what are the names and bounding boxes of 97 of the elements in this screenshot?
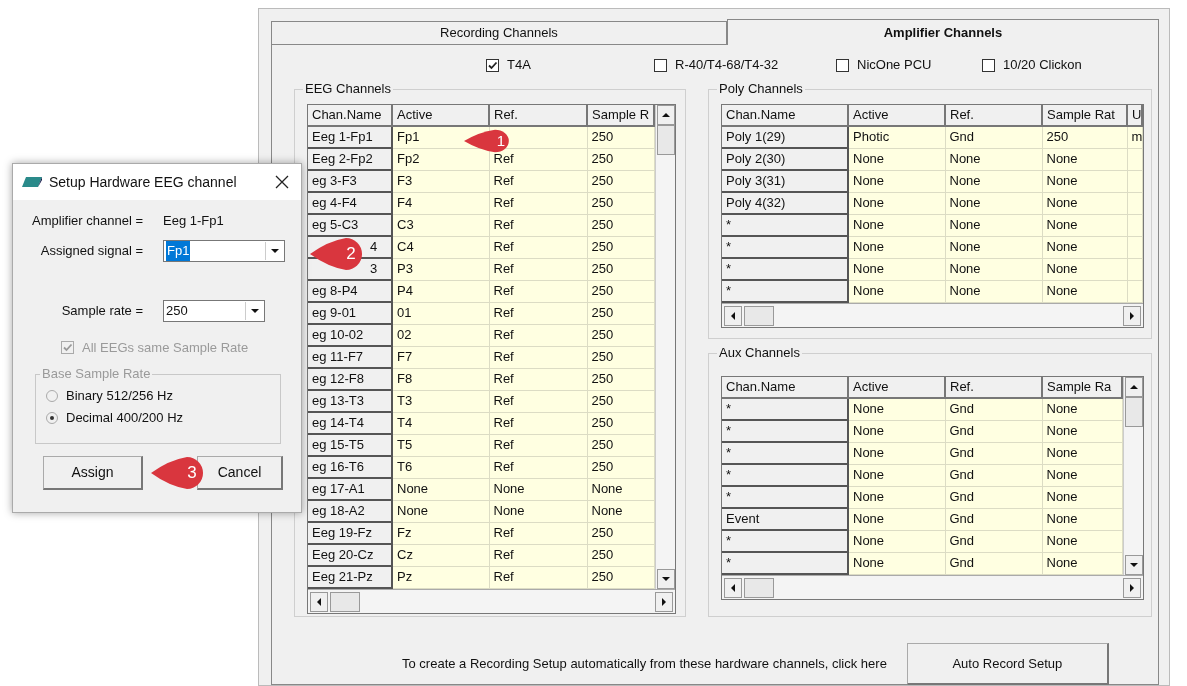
column-header[interactable]: Chan.Name	[722, 377, 848, 398]
row-header[interactable]: Eeg 19-Fz	[308, 522, 392, 544]
row-header[interactable]: *	[722, 530, 848, 552]
checkbox[interactable]	[654, 58, 667, 72]
row-header[interactable]: *	[722, 552, 848, 574]
row-header[interactable]: eg 12-F8	[308, 368, 392, 390]
column-header[interactable]: Ref.	[489, 105, 587, 126]
instruction-text: To create a Recording Setup automatically from these hardware channels, click here	[402, 655, 887, 674]
column-header[interactable]: Sample Ra	[1042, 377, 1122, 398]
vertical-scrollbar[interactable]	[1123, 377, 1143, 575]
column-header[interactable]: Chan.Name	[722, 105, 848, 126]
checkbox-label[interactable]: T4A	[507, 55, 531, 75]
row-header[interactable]: *	[722, 486, 848, 508]
row-header[interactable]: Poly 4(32)	[722, 192, 848, 214]
close-icon	[275, 175, 289, 189]
row-header[interactable]: *	[722, 236, 848, 258]
row-header[interactable]: Event	[722, 508, 848, 530]
row-header[interactable]: Eeg 2-Fp2	[308, 148, 392, 170]
tab[interactable]: Amplifier Channels	[726, 19, 1159, 45]
selected-text: Fp1	[166, 241, 191, 261]
row-header[interactable]: Eeg 20-Cz	[308, 544, 392, 566]
scroll-left-icon	[729, 310, 737, 321]
dropdown[interactable]: Fp1	[163, 240, 285, 262]
cancel-button[interactable]: Cancel	[197, 455, 283, 490]
scroll-left-icon	[729, 582, 737, 593]
scroll-right-icon	[660, 596, 668, 607]
row-header[interactable]: eg 11-F7	[308, 346, 392, 368]
row-header[interactable]: Poly 1(29)	[722, 126, 848, 148]
checkbox[interactable]	[982, 58, 995, 72]
column-header[interactable]: Active	[848, 377, 945, 398]
vertical-scrollbar[interactable]	[655, 105, 675, 589]
horizontal-scrollbar[interactable]	[308, 589, 675, 613]
scroll-up-icon	[660, 111, 671, 119]
column-header[interactable]: Active	[392, 105, 489, 126]
auto-record-setup-button[interactable]: Auto Record Setup	[906, 643, 1109, 685]
row-header[interactable]: eg 17-A1	[308, 478, 392, 500]
row-header[interactable]: Poly 2(30)	[722, 148, 848, 170]
scroll-right-icon	[1128, 582, 1136, 593]
row-header[interactable]: *	[722, 398, 848, 420]
scrollbar-thumb[interactable]	[656, 125, 675, 155]
checkbox-label[interactable]: NicOne PCU	[857, 55, 932, 75]
checkbox[interactable]	[836, 58, 849, 72]
scroll-down-icon	[660, 575, 671, 583]
column-header[interactable]: Ref.	[945, 377, 1042, 398]
row-header[interactable]: eg 8-P4	[308, 280, 392, 302]
group-title: Aux Channels	[717, 346, 802, 360]
scrollbar-thumb[interactable]	[744, 577, 774, 598]
row-header[interactable]: *	[722, 214, 848, 236]
row-header[interactable]: eg 18-A2	[308, 500, 392, 522]
scroll-down-icon	[1128, 561, 1139, 569]
row-header[interactable]: *	[722, 280, 848, 302]
row-header[interactable]: eg 3-F3	[308, 170, 392, 192]
column-header[interactable]: Chan.Name	[308, 105, 392, 126]
row-header[interactable]: eg 14-T4	[308, 412, 392, 434]
row-header[interactable]: eg 4-F4	[308, 192, 392, 214]
column-header[interactable]: Active	[848, 105, 945, 126]
horizontal-scrollbar[interactable]	[722, 575, 1143, 599]
checkbox[interactable]	[486, 58, 499, 72]
field-label: Sample rate =	[60, 302, 144, 321]
horizontal-scrollbar[interactable]	[722, 303, 1143, 327]
dropdown[interactable]: 250	[163, 300, 265, 322]
caret-icon	[269, 247, 280, 255]
group-title: Poly Channels	[717, 82, 805, 96]
row-header[interactable]: eg 10-02	[308, 324, 392, 346]
checkbox-label[interactable]: 10/20 Clickon	[1003, 55, 1082, 75]
amplifier-icon	[21, 176, 43, 188]
field-label: Amplifier channel =	[31, 212, 144, 231]
row-header[interactable]: *	[722, 464, 848, 486]
caret-icon	[249, 307, 260, 315]
assign-button[interactable]: Assign	[43, 455, 143, 490]
row-header[interactable]: eg 9-01	[308, 302, 392, 324]
field-value: Eeg 1-Fp1	[163, 212, 224, 231]
dialog-title: Setup Hardware EEG channel	[49, 172, 237, 192]
column-header[interactable]: Sample R	[587, 105, 654, 126]
row-header[interactable]: Poly 3(31)	[722, 170, 848, 192]
row-header[interactable]: eg 13-T3	[308, 390, 392, 412]
row-header[interactable]: eg 16-T6	[308, 456, 392, 478]
column-header[interactable]: Ref.	[945, 105, 1042, 126]
scrollbar-thumb[interactable]	[1124, 397, 1143, 427]
row-header[interactable]: eg 5-C3	[308, 214, 392, 236]
scrollbar-thumb[interactable]	[330, 591, 360, 612]
tab[interactable]: Recording Channels	[271, 21, 727, 45]
scrollbar-thumb[interactable]	[744, 305, 774, 326]
group-title: Base Sample Rate	[40, 366, 153, 381]
checkbox-label[interactable]: R-40/T4-68/T4-32	[675, 55, 779, 75]
scroll-left-icon	[315, 596, 323, 607]
row-header[interactable]: eg 15-T5	[308, 434, 392, 456]
group-title: EEG Channels	[303, 82, 393, 96]
row-header[interactable]: *	[722, 420, 848, 442]
scroll-up-icon	[1128, 383, 1139, 391]
row-header[interactable]: Eeg 21-Pz	[308, 566, 392, 588]
column-header[interactable]: Sample Rat	[1042, 105, 1127, 126]
row-header[interactable]: *	[722, 258, 848, 280]
row-header[interactable]: *	[722, 442, 848, 464]
row-header[interactable]: Eeg 1-Fp1	[308, 126, 392, 148]
field-label: Assigned signal =	[39, 242, 144, 261]
scroll-right-icon	[1128, 310, 1136, 321]
